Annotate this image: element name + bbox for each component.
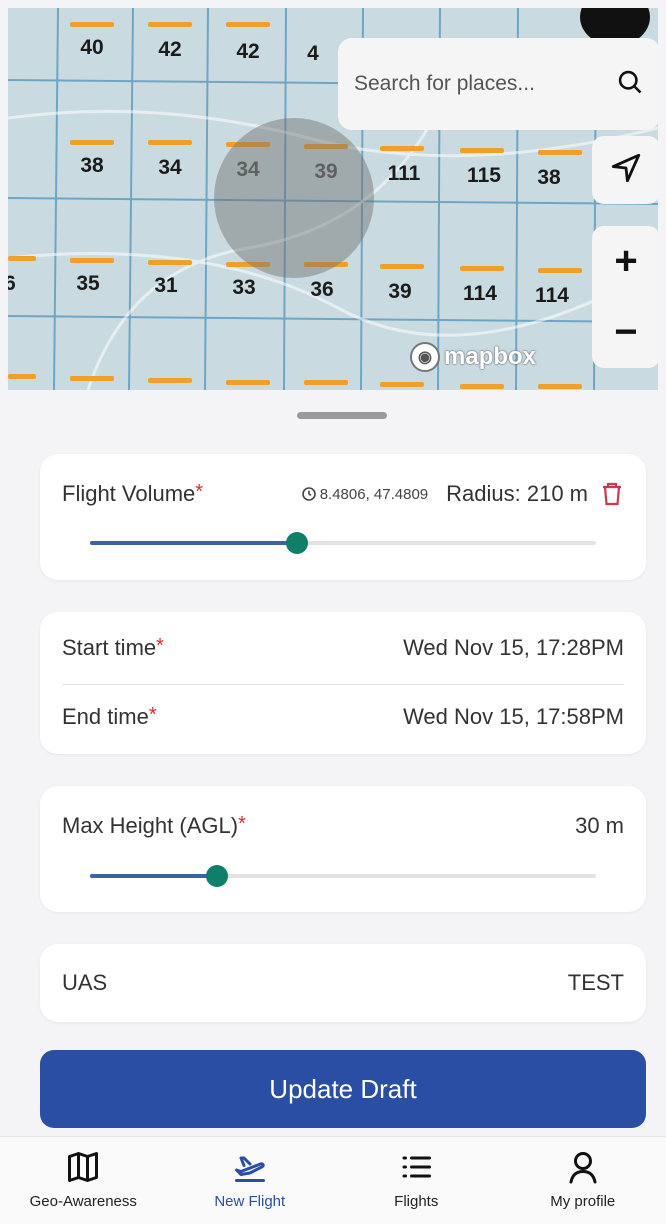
place-search-box[interactable]: Search for places... [338,38,658,130]
end-time-value[interactable]: Wed Nov 15, 17:58PM [403,704,624,730]
update-draft-button[interactable]: Update Draft [40,1050,646,1128]
zone-altitude-label: 38 [80,154,104,177]
navigation-arrow-icon [609,151,643,190]
zone-marker [226,22,270,27]
zone-altitude-label: 114 [535,284,569,307]
max-height-slider-thumb[interactable] [205,865,228,887]
zone-altitude-label: 42 [158,38,182,61]
zone-marker [304,380,348,385]
uas-card[interactable]: UAS TEST [40,944,646,1022]
nav-item-my-profile[interactable]: My profile [500,1137,666,1224]
zone-marker [148,260,192,265]
list-icon [402,1156,432,1178]
flight-volume-card: Flight Volume* 8.4806, 47.4809 Radius: 2… [40,454,646,580]
nav-item-flights[interactable]: Flights [333,1137,500,1224]
zone-marker [226,380,270,385]
zone-marker [70,22,114,27]
mapbox-logo-icon: ◉ [410,342,440,372]
zone-marker [8,256,36,261]
end-time-row[interactable]: End time* Wed Nov 15, 17:58PM [40,685,646,749]
coordinates: 8.4806, 47.4809 [301,486,428,503]
search-icon[interactable] [616,68,644,101]
zone-altitude-label: 6 [8,272,16,295]
coordinates-value: 8.4806, 47.4809 [319,485,429,503]
max-height-label: Max Height (AGL)* [62,813,246,838]
end-time-label: End time* [62,704,157,729]
flight-time-card: Start time* Wed Nov 15, 17:28PM End time… [40,612,646,754]
bottom-navigation: Geo-Awareness New Flight Flights My prof… [0,1136,666,1224]
zone-marker [538,384,582,389]
zone-marker [70,258,114,263]
nav-label: My profile [550,1193,616,1210]
mapbox-attribution[interactable]: ◉ mapbox [410,342,536,372]
person-icon [569,1152,597,1184]
zone-marker [148,22,192,27]
search-input[interactable]: Search for places... [354,72,616,96]
max-height-slider[interactable] [90,865,596,887]
start-time-value[interactable]: Wed Nov 15, 17:28PM [403,635,624,661]
start-time-label: Start time* [62,635,164,660]
zone-marker [8,374,36,379]
start-time-row[interactable]: Start time* Wed Nov 15, 17:28PM [40,612,646,684]
zone-altitude-label: 33 [232,276,256,299]
zone-altitude-label: 39 [388,280,412,303]
zone-marker [538,268,582,273]
zone-marker [70,140,114,145]
required-mark: * [195,481,204,503]
max-height-value: 30 m [575,813,624,838]
zone-altitude-label: 4 [307,42,319,65]
zone-altitude-label: 115 [467,164,501,187]
map-icon [68,1152,99,1182]
required-mark: * [148,704,157,726]
max-height-card: Max Height (AGL)* 30 m [40,786,646,912]
nav-item-new-flight[interactable]: New Flight [167,1137,334,1224]
zone-marker [148,378,192,383]
locate-me-button[interactable] [592,136,658,204]
zone-altitude-label: 42 [236,40,260,63]
required-mark: * [156,635,164,657]
zone-altitude-label: 34 [158,156,182,179]
zoom-in-button[interactable]: + [592,226,658,297]
flight-volume-circle[interactable] [214,118,374,278]
nav-label: Geo-Awareness [29,1193,137,1210]
uas-value[interactable]: TEST [568,970,624,996]
zone-marker [380,264,424,269]
radius-slider[interactable] [90,532,596,554]
nav-label: Flights [394,1193,439,1210]
zone-marker [460,266,504,271]
max-height-slider-fill [90,874,217,878]
zone-altitude-label: 40 [80,36,104,59]
mapbox-wordmark: mapbox [444,343,537,370]
zone-marker [70,376,114,381]
map-view[interactable]: 40 42 42 4 38 34 34 39 111 115 38 6 35 3… [8,8,658,390]
zone-altitude-label: 35 [76,272,100,295]
nav-item-geo-awareness[interactable]: Geo-Awareness [0,1137,167,1224]
plane-icon [234,1156,265,1182]
zone-marker [380,382,424,387]
clock-icon [301,487,316,501]
sheet-drag-handle[interactable] [297,412,387,419]
zone-altitude-label: 111 [387,162,421,185]
zoom-controls: + − [592,226,658,368]
zone-marker [380,146,424,151]
zone-altitude-label: 38 [537,166,561,189]
radius-slider-thumb[interactable] [286,532,309,554]
nav-label: New Flight [214,1193,286,1210]
flight-volume-label: Flight Volume* [62,481,204,506]
delete-icon[interactable] [600,481,624,507]
zone-altitude-label: 31 [154,274,178,297]
zone-altitude-label: 114 [463,282,497,305]
zone-marker [460,148,504,153]
required-mark: * [238,813,246,835]
zone-marker [148,140,192,145]
zoom-out-button[interactable]: − [592,297,658,368]
zone-marker [538,150,582,155]
radius-value: Radius: 210 m [446,481,588,506]
radius-slider-fill [90,541,298,545]
zone-altitude-label: 36 [310,278,334,301]
uas-label: UAS [62,970,108,995]
zone-marker [460,384,504,389]
